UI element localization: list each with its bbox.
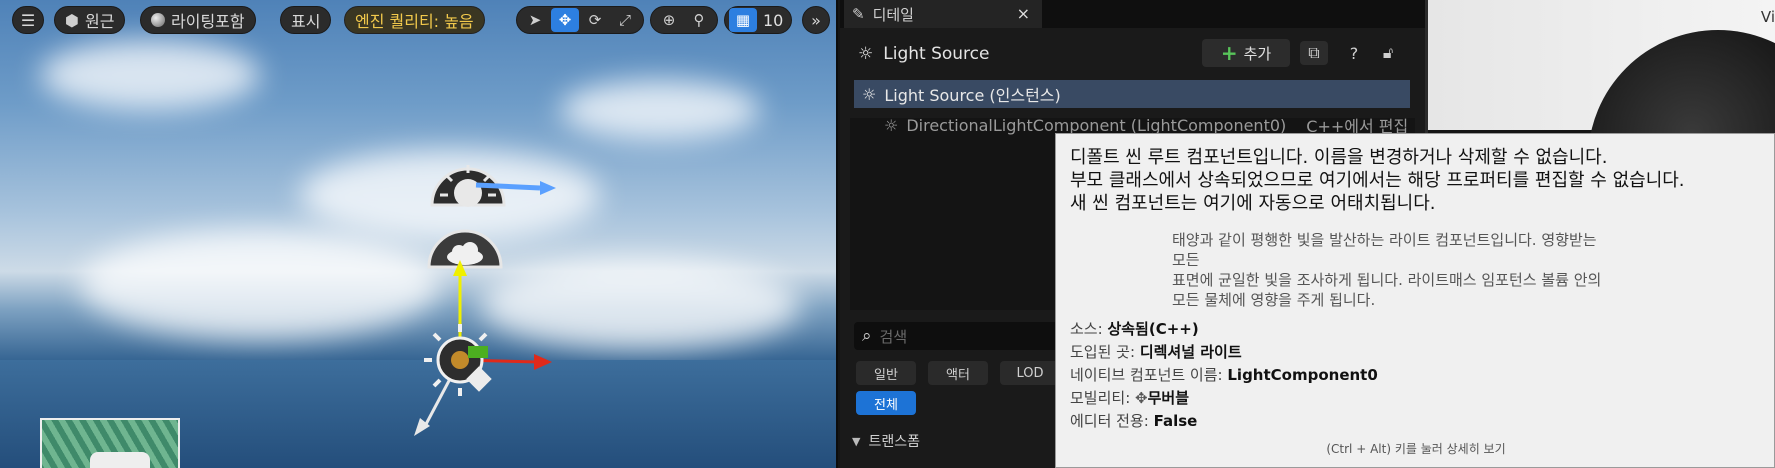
quality-label: 엔진 퀄리티: 높음: [355, 12, 474, 31]
tab-close-button[interactable]: ×: [1017, 4, 1030, 23]
section-transform-label: 트랜스폼: [868, 434, 920, 450]
prop-value: LightComponent0: [1227, 366, 1378, 384]
grid-snap-value[interactable]: 10: [759, 11, 787, 30]
details-header-title: Light Source: [883, 44, 990, 64]
prop-key: 에디터 전용:: [1070, 412, 1149, 430]
directional-light-icon: ☼: [884, 115, 899, 135]
viewport-toolbar: ☰ ⬢ 원근 라이팅포함 표시 엔진 퀄리티: 높음 ➤ ✥ ⟳ ⤢ ⊕ ⚲ ▦…: [4, 4, 834, 36]
component-tree-root[interactable]: ☼ Light Source (인스턴스): [854, 80, 1410, 108]
tab-strip: ✎ 디테일 ×: [840, 0, 1425, 28]
add-component-label: 추가: [1243, 44, 1272, 63]
cloud: [80, 230, 440, 340]
tab-details[interactable]: ✎ 디테일 ×: [844, 0, 1042, 28]
grid-snap-group: ▦ 10: [724, 6, 793, 34]
tab-details-label: 디테일: [872, 5, 914, 24]
prop-value: 디렉셔널 라이트: [1139, 343, 1242, 361]
rotate-tool-icon[interactable]: ⟳: [581, 8, 609, 32]
cloud: [560, 80, 760, 140]
filter-label: LOD: [1016, 365, 1044, 381]
level-viewport[interactable]: ☰ ⬢ 원근 라이팅포함 표시 엔진 퀄리티: 높음 ➤ ✥ ⟳ ⤢ ⊕ ⚲ ▦…: [0, 0, 838, 468]
lit-sphere-icon: [151, 13, 165, 27]
grid-snap-icon[interactable]: ▦: [729, 8, 757, 32]
prop-native-name: 네이티브 컴포넌트 이름: LightComponent0: [1070, 364, 1378, 387]
show-menu-button[interactable]: 표시: [280, 6, 332, 34]
perspective-label: 원근: [84, 12, 115, 31]
filter-lod-button[interactable]: LOD: [1000, 361, 1060, 385]
tooltip-main-text: 디폴트 씬 루트 컴포넌트입니다. 이름을 변경하거나 삭제할 수 없습니다. …: [1070, 146, 1685, 215]
scale-tool-icon[interactable]: ⤢: [611, 8, 639, 32]
filter-label: 일반: [874, 367, 898, 383]
viewport-more-button[interactable]: »: [802, 6, 830, 34]
filter-all-button[interactable]: 전체: [856, 391, 916, 415]
double-chevron-right-icon: »: [811, 10, 821, 30]
component-root-label: Light Source (인스턴스): [884, 86, 1061, 105]
prop-value: 무버블: [1147, 389, 1190, 407]
tooltip-desc-line: 모든: [1172, 251, 1200, 269]
prop-key: 네이티브 컴포넌트 이름:: [1070, 366, 1223, 384]
perspective-button[interactable]: ⬢ 원근: [54, 6, 126, 34]
help-icon[interactable]: ?: [1340, 41, 1368, 65]
transform-tools-group: ➤ ✥ ⟳ ⤢: [516, 6, 644, 34]
prop-key: 모빌리티:: [1070, 389, 1131, 407]
search-icon: ⌕: [862, 326, 872, 346]
search-placeholder: 검색: [879, 327, 908, 346]
prop-value: False: [1153, 412, 1198, 430]
tooltip-desc-line: 태양과 같이 평행한 빛을 발산하는 라이트 컴포넌트입니다. 영향받는: [1172, 231, 1597, 249]
details-header: ☼ Light Source: [840, 36, 1425, 72]
hamburger-icon: ☰: [20, 10, 36, 30]
tooltip-line: 부모 클래스에서 상속되었으므로 여기에서는 해당 프로퍼티를 편집할 수 없습…: [1070, 170, 1685, 191]
cube-icon: ⬢: [65, 10, 79, 30]
editor-window: ☰ ⬢ 원근 라이팅포함 표시 엔진 퀄리티: 높음 ➤ ✥ ⟳ ⤢ ⊕ ⚲ ▦…: [0, 0, 1775, 468]
viewport-border: [836, 0, 838, 468]
collapse-triangle-icon: ▼: [852, 434, 861, 448]
move-tool-icon[interactable]: ✥: [551, 8, 579, 32]
filter-actor-button[interactable]: 액터: [928, 361, 988, 385]
surface-snap-icon[interactable]: ⚲: [685, 8, 713, 32]
prop-source: 소스: 상속됨(C++): [1070, 318, 1378, 341]
lock-icon[interactable]: 🔓︎: [1374, 41, 1402, 65]
transform-gizmo[interactable]: [410, 260, 560, 440]
mobility-movable-icon: ✥: [1135, 389, 1148, 407]
light-source-icon: ☼: [858, 44, 874, 64]
filter-label: 전체: [874, 397, 898, 413]
prop-key: 소스:: [1070, 320, 1103, 338]
pencil-icon: ✎: [852, 5, 865, 23]
engine-quality-button[interactable]: 엔진 퀄리티: 높음: [344, 6, 485, 34]
lighting-label: 라이팅포함: [171, 12, 245, 31]
mesh-sprite: [90, 452, 150, 468]
component-tooltip: 디폴트 씬 루트 컴포넌트입니다. 이름을 변경하거나 삭제할 수 없습니다. …: [1055, 133, 1775, 468]
select-tool-icon[interactable]: ➤: [521, 8, 549, 32]
plus-icon: +: [1220, 41, 1238, 65]
show-label: 표시: [291, 12, 321, 31]
lighting-mode-button[interactable]: 라이팅포함: [140, 6, 256, 34]
tooltip-desc-line: 모든 물체에 영향을 주게 됩니다.: [1172, 291, 1376, 309]
blueprint-hierarchy-icon[interactable]: ⧉: [1300, 41, 1328, 65]
tooltip-line: 디폴트 씬 루트 컴포넌트입니다. 이름을 변경하거나 삭제할 수 없습니다.: [1070, 147, 1608, 168]
tooltip-footer-hint: (Ctrl + Alt) 키를 눌러 상세히 보기: [1326, 442, 1506, 456]
preview-text: Vi: [1760, 8, 1775, 26]
tooltip-line: 새 씬 컴포넌트는 여기에 자동으로 어태치됩니다.: [1070, 193, 1436, 214]
prop-value: 상속됨(C++): [1107, 320, 1199, 338]
light-source-icon: ☼: [862, 84, 877, 104]
world-globe-icon[interactable]: ⊕: [655, 8, 683, 32]
viewport-menu-button[interactable]: ☰: [12, 6, 44, 34]
directional-light-sprite-icon[interactable]: [420, 145, 560, 215]
add-component-button[interactable]: + 추가: [1202, 39, 1290, 67]
cloud: [40, 40, 260, 110]
prop-key: 도입된 곳:: [1070, 343, 1136, 361]
coordinate-space-group: ⊕ ⚲: [650, 6, 718, 34]
tooltip-description: 태양과 같이 평행한 빛을 발산하는 라이트 컴포넌트입니다. 영향받는 모든 …: [1172, 230, 1672, 310]
tooltip-desc-line: 표면에 균일한 빛을 조사하게 됩니다. 라이트매스 임포턴스 볼륨 안의: [1172, 271, 1602, 289]
filter-label: 액터: [946, 367, 970, 383]
component-child-label: DirectionalLightComponent (LightComponen…: [906, 115, 1287, 135]
prop-mobility: 모빌리티: ✥무버블: [1070, 387, 1378, 410]
filter-general-button[interactable]: 일반: [856, 361, 916, 385]
tooltip-properties: 소스: 상속됨(C++) 도입된 곳: 디렉셔널 라이트 네이티브 컴포넌트 이…: [1070, 318, 1378, 433]
prop-introduced: 도입된 곳: 디렉셔널 라이트: [1070, 341, 1378, 364]
prop-editor-only: 에디터 전용: False: [1070, 410, 1378, 433]
